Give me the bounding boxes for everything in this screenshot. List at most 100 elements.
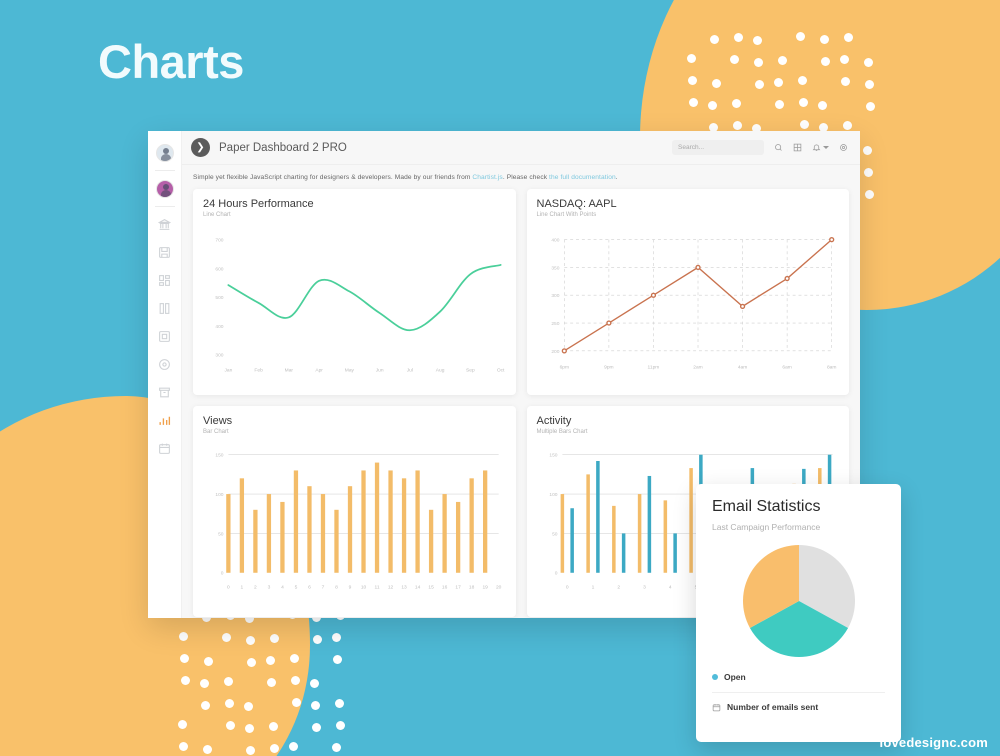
svg-text:May: May [345, 367, 355, 373]
svg-text:16: 16 [442, 584, 448, 590]
page-title: Charts [98, 35, 244, 88]
lead-text-3: . [615, 174, 618, 181]
documentation-link[interactable]: the full documentation [549, 174, 616, 181]
user-avatar-2[interactable] [155, 180, 174, 198]
svg-text:100: 100 [215, 492, 223, 498]
svg-text:2: 2 [617, 584, 620, 590]
svg-text:11pm: 11pm [647, 364, 659, 370]
svg-text:50: 50 [218, 531, 224, 537]
svg-text:6am: 6am [782, 364, 791, 370]
svg-text:15: 15 [428, 584, 434, 590]
svg-text:0: 0 [227, 584, 230, 590]
card-subtitle: Line Chart With Points [536, 212, 597, 218]
email-statistics-subtitle: Last Campaign Performance [712, 522, 821, 532]
svg-text:150: 150 [215, 453, 223, 459]
card-subtitle: Line Chart [203, 212, 231, 218]
svg-text:4am: 4am [737, 364, 746, 370]
topbar: ❯ Paper Dashboard 2 PRO Search... [182, 131, 860, 165]
views-chart-plot: 0 50 100 150 0 1 2 3 4 5 6 7 8 9 10 11 12 13 14 15 16 17 18 19 2… [203, 441, 506, 611]
svg-text:150: 150 [549, 453, 557, 459]
sidebar-item-columns[interactable] [152, 295, 178, 321]
line-chart-plot: 300 400 500 600 700 Jan Feb Mar Apr May Jun Jul Aug S… [203, 224, 506, 389]
svg-text:50: 50 [552, 531, 558, 537]
calendar-icon [712, 703, 721, 711]
card-email-statistics: Email Statistics Last Campaign Performan… [696, 484, 901, 742]
search-input[interactable]: Search... [672, 140, 764, 155]
svg-text:6pm: 6pm [559, 364, 568, 370]
pie-legend: Open [712, 672, 885, 682]
grid-icon[interactable] [793, 143, 802, 152]
svg-text:4: 4 [668, 584, 671, 590]
sidebar-divider-1 [154, 170, 175, 171]
email-statistics-title: Email Statistics [712, 498, 821, 515]
search-icon[interactable] [774, 143, 783, 152]
svg-text:Sep: Sep [466, 367, 475, 373]
svg-text:9: 9 [349, 584, 352, 590]
svg-text:Mar: Mar [285, 367, 294, 373]
sidebar-item-bank[interactable] [152, 211, 178, 237]
svg-text:8: 8 [335, 584, 338, 590]
email-footer-label: Number of emails sent [727, 702, 819, 712]
svg-text:3: 3 [268, 584, 271, 590]
svg-text:14: 14 [415, 584, 421, 590]
sidebar-item-archive[interactable] [152, 379, 178, 405]
email-card-footer: Number of emails sent [712, 702, 885, 712]
email-card-divider [712, 692, 885, 693]
card-title: Views [203, 415, 233, 427]
svg-text:700: 700 [215, 238, 223, 244]
card-title: NASDAQ: AAPL [536, 198, 617, 210]
lead-text-1: Simple yet flexible JavaScript charting … [193, 174, 473, 181]
svg-text:10: 10 [361, 584, 367, 590]
svg-text:9pm: 9pm [604, 364, 613, 370]
svg-text:7: 7 [322, 584, 325, 590]
svg-text:1: 1 [591, 584, 594, 590]
topbar-actions: Search... [672, 140, 848, 155]
bell-icon[interactable] [812, 143, 829, 152]
gear-icon[interactable] [839, 143, 848, 152]
svg-text:200: 200 [551, 349, 559, 355]
card-title: Activity [536, 415, 572, 427]
sidebar-item-window[interactable] [152, 323, 178, 349]
sidebar-divider-2 [154, 206, 175, 207]
legend-label-open: Open [724, 672, 746, 682]
sidebar-item-save[interactable] [152, 239, 178, 265]
lead-description: Simple yet flexible JavaScript charting … [193, 174, 849, 181]
svg-text:350: 350 [551, 265, 559, 271]
sidebar-item-dashboard[interactable] [152, 267, 178, 293]
card-title: 24 Hours Performance [203, 198, 314, 210]
svg-text:500: 500 [215, 295, 223, 301]
svg-text:4: 4 [281, 584, 284, 590]
svg-text:Jan: Jan [224, 367, 232, 373]
svg-text:11: 11 [375, 584, 380, 590]
pie-chart [712, 542, 885, 660]
svg-text:0: 0 [565, 584, 568, 590]
sidebar [148, 131, 182, 618]
svg-text:18: 18 [469, 584, 475, 590]
svg-text:2am: 2am [693, 364, 702, 370]
card-nasdaq-chart: NASDAQ: AAPL Line Chart With Points 200 2… [526, 189, 849, 395]
svg-text:400: 400 [215, 324, 223, 330]
svg-text:400: 400 [551, 238, 559, 244]
svg-text:Jul: Jul [407, 367, 413, 373]
chartist-link[interactable]: Chartist.js [472, 174, 502, 181]
svg-text:0: 0 [554, 571, 557, 577]
svg-text:17: 17 [455, 584, 461, 590]
user-avatar-1[interactable] [155, 144, 174, 162]
card-views-chart: Views Bar Chart 0 50 100 150 0 1 2 3 4 5 6 7 8 9 10 11 1… [193, 406, 516, 617]
brand-title: Paper Dashboard 2 PRO [219, 141, 347, 154]
svg-text:300: 300 [215, 353, 223, 359]
chevron-right-icon[interactable]: ❯ [191, 138, 210, 157]
svg-text:300: 300 [551, 293, 559, 299]
svg-text:Jun: Jun [376, 367, 384, 373]
chevron-down-icon[interactable] [823, 146, 829, 149]
svg-text:13: 13 [401, 584, 407, 590]
sidebar-item-charts[interactable] [152, 407, 178, 433]
sidebar-item-map-pin[interactable] [152, 351, 178, 377]
card-line-chart: 24 Hours Performance Line Chart 300 400 50… [193, 189, 516, 395]
sidebar-item-calendar[interactable] [152, 435, 178, 461]
svg-text:12: 12 [388, 584, 394, 590]
watermark: lovedesignc.com [879, 735, 988, 750]
svg-text:Apr: Apr [315, 367, 323, 373]
svg-text:5: 5 [295, 584, 298, 590]
svg-text:Feb: Feb [254, 367, 263, 373]
